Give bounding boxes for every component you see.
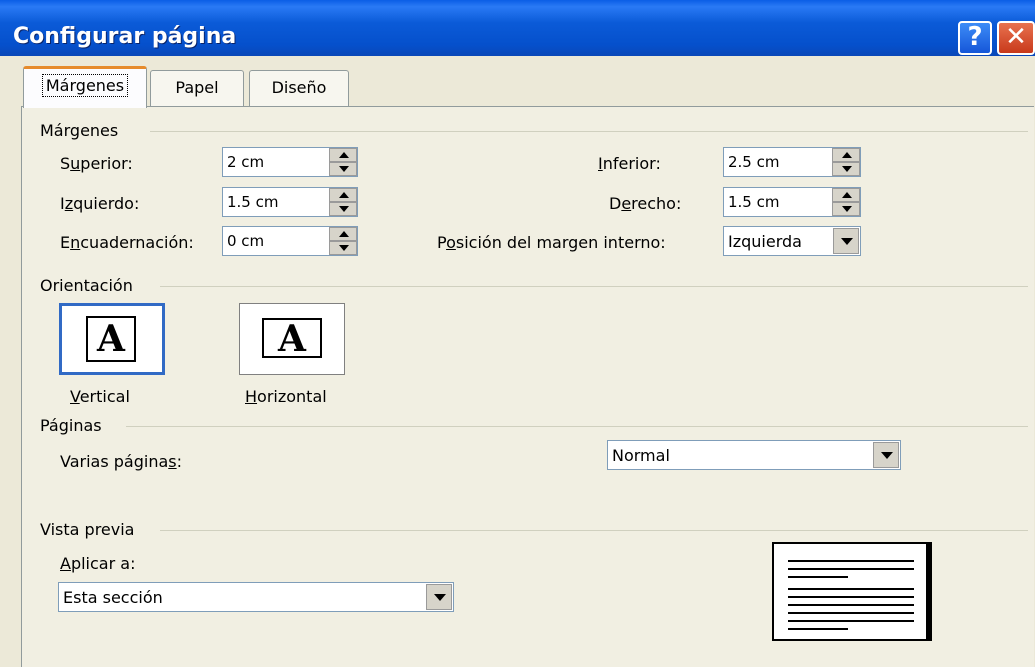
landscape-page-icon: A: [262, 318, 322, 358]
close-button[interactable]: ✕: [997, 21, 1035, 55]
spin-down-icon[interactable]: [832, 162, 860, 176]
gutter-position-select[interactable]: Izquierda: [723, 226, 861, 256]
gutter-position-label: Posición del margen interno:: [437, 233, 666, 252]
left-margin-label: Izquierdo:: [60, 194, 140, 213]
preview-group-line: [160, 530, 1028, 531]
apply-to-value: Esta sección: [63, 588, 163, 607]
spin-up-icon[interactable]: [832, 188, 860, 202]
orientation-horizontal-label: Horizontal: [245, 387, 327, 406]
tab-diseno-label: Diseño: [271, 78, 327, 97]
spin-up-icon[interactable]: [832, 148, 860, 162]
gutter-label: Encuadernación:: [60, 233, 194, 252]
chevron-down-icon[interactable]: [426, 584, 452, 610]
multiple-pages-label: Varias páginas:: [60, 452, 182, 471]
orientation-vertical-label: Vertical: [70, 387, 130, 406]
spin-down-icon[interactable]: [329, 162, 357, 176]
gutter-value: 0 cm: [227, 232, 265, 250]
pages-group-title: Páginas: [40, 416, 102, 435]
title-bar[interactable]: Configurar página ? ✕: [0, 0, 1035, 56]
left-margin-value: 1.5 cm: [227, 193, 279, 211]
right-margin-value: 1.5 cm: [728, 193, 780, 211]
spin-up-icon[interactable]: [329, 227, 357, 241]
tab-diseno[interactable]: Diseño: [249, 70, 349, 106]
right-margin-label: Derecho:: [609, 194, 682, 213]
portrait-page-icon: A: [86, 316, 136, 362]
orientation-group-title: Orientación: [40, 276, 133, 295]
bottom-margin-spinner[interactable]: 2.5 cm: [723, 147, 861, 177]
gutter-position-value: Izquierda: [728, 232, 802, 251]
chevron-down-icon[interactable]: [833, 228, 859, 254]
margins-group-title: Márgenes: [40, 121, 119, 140]
help-button[interactable]: ?: [958, 21, 992, 55]
top-margin-label: Superior:: [60, 154, 133, 173]
spin-up-icon[interactable]: [329, 148, 357, 162]
orientation-group-line: [160, 286, 1028, 287]
margins-group-line: [150, 131, 1028, 132]
pages-group-line: [126, 426, 1028, 427]
tab-papel-label: Papel: [175, 78, 219, 97]
spin-down-icon[interactable]: [329, 202, 357, 216]
bottom-margin-label: Inferior:: [598, 154, 661, 173]
multiple-pages-value: Normal: [612, 446, 670, 465]
gutter-spinner[interactable]: 0 cm: [222, 226, 358, 256]
tab-papel[interactable]: Papel: [150, 70, 244, 106]
right-margin-spinner[interactable]: 1.5 cm: [723, 187, 861, 217]
spin-up-icon[interactable]: [329, 188, 357, 202]
orientation-vertical-button[interactable]: A: [59, 303, 165, 375]
spin-down-icon[interactable]: [329, 241, 357, 255]
spin-down-icon[interactable]: [832, 202, 860, 216]
top-margin-spinner[interactable]: 2 cm: [222, 147, 358, 177]
multiple-pages-select[interactable]: Normal: [607, 440, 901, 470]
preview-group-title: Vista previa: [40, 520, 135, 539]
bottom-margin-value: 2.5 cm: [728, 153, 780, 171]
apply-to-label: Aplicar a:: [60, 554, 136, 573]
chevron-down-icon[interactable]: [873, 442, 899, 468]
apply-to-select[interactable]: Esta sección: [58, 582, 454, 612]
window-title: Configurar página: [13, 24, 237, 49]
top-margin-value: 2 cm: [227, 153, 265, 171]
tab-margenes-label: Márgenes: [41, 74, 129, 97]
page-preview-thumbnail: [772, 542, 928, 641]
tab-margenes[interactable]: Márgenes: [23, 66, 147, 108]
orientation-horizontal-button[interactable]: A: [239, 303, 345, 375]
left-margin-spinner[interactable]: 1.5 cm: [222, 187, 358, 217]
